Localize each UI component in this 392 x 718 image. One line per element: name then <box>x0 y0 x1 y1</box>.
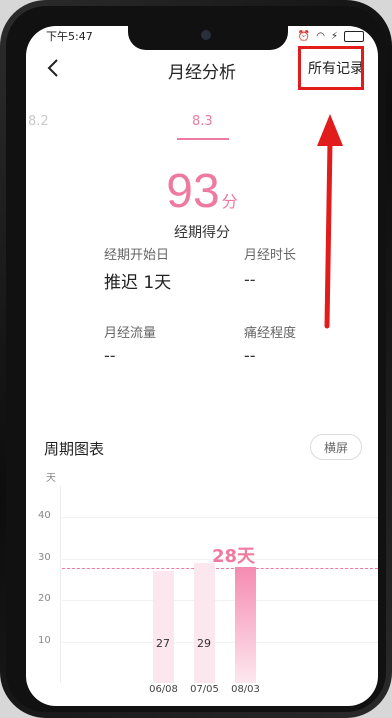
phone-bezel: 下午5:47 ⏰ ◠ ⚡ 月经分析 所有记录 8.2 8.3 93 分 经期得分 … <box>6 6 386 712</box>
phone-frame: 下午5:47 ⏰ ◠ ⚡ 月经分析 所有记录 8.2 8.3 93 分 经期得分 … <box>0 0 392 718</box>
screen: 下午5:47 ⏰ ◠ ⚡ 月经分析 所有记录 8.2 8.3 93 分 经期得分 … <box>26 26 378 706</box>
annotation-arrow-icon <box>317 114 343 329</box>
